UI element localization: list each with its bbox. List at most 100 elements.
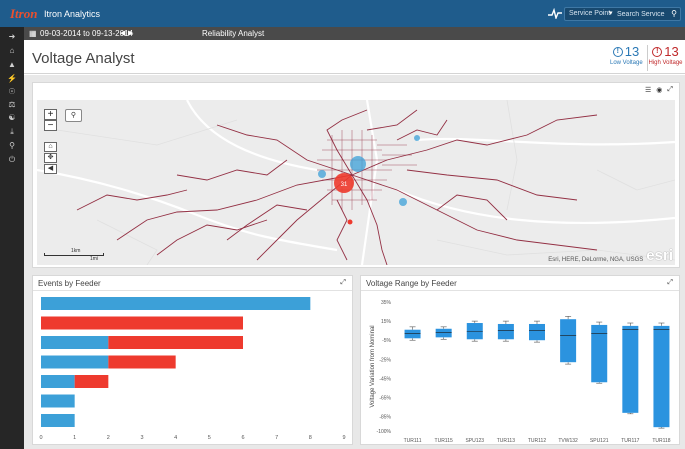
chevron-left-icon[interactable]: ◀	[120, 29, 125, 37]
events-panel-title: Events by Feeder	[38, 279, 101, 288]
home-icon: ⌂	[48, 143, 53, 150]
box	[622, 325, 639, 413]
bar-segment-blue	[41, 355, 109, 369]
feeder-grid	[317, 130, 417, 210]
sidebar-item-alerts[interactable]: ▲	[0, 59, 24, 71]
high-voltage-alert[interactable]: ! 13 High Voltage	[647, 45, 683, 71]
x-tick-label: SPU123	[465, 438, 484, 444]
box	[404, 329, 421, 339]
x-tick-label: 3	[140, 435, 143, 441]
x-tick-label: SPU121	[590, 438, 609, 444]
y-tick-label: -5%	[382, 338, 391, 344]
y-tick-label: -25%	[379, 357, 391, 363]
low-voltage-alert[interactable]: ! 13 Low Voltage	[610, 44, 643, 71]
sidebar-item-users[interactable]: ☯	[0, 112, 24, 124]
x-tick-label: 4	[174, 435, 177, 441]
y-tick-label: -65%	[379, 396, 391, 402]
x-tick-label: TUR117	[621, 438, 639, 444]
bar-segment-red	[41, 316, 243, 330]
arrow-left-icon: ◀	[47, 165, 54, 172]
y-tick-label: 15%	[381, 319, 392, 325]
cluster-count: 31	[341, 182, 348, 188]
zoom-out-button[interactable]: −	[44, 120, 57, 131]
sidebar-item-download[interactable]: ⤓	[0, 126, 24, 138]
sidebar-item-voltage[interactable]: ⚡	[0, 73, 24, 85]
sidebar-item-home[interactable]: ⌂	[0, 45, 24, 57]
exclamation-circle-icon: !	[612, 47, 623, 57]
cluster-marker-blue-small	[318, 170, 326, 178]
box	[653, 325, 670, 428]
power-icon: ⏻	[8, 155, 16, 164]
exclamation-circle-icon: !	[652, 47, 663, 57]
calendar-icon[interactable]: ▦	[29, 29, 37, 38]
scale-mi-label: 1mi	[90, 256, 99, 262]
x-tick-label: TVW132	[558, 438, 578, 444]
search-type-dropdown[interactable]: Service Point	[569, 10, 610, 17]
events-by-feeder-chart: 0 1 2 3 4 5 6 7 8 9	[39, 297, 346, 441]
bar-segment-blue	[41, 394, 75, 408]
x-tick-label: 6	[241, 435, 244, 441]
pan-button[interactable]: ✥	[44, 153, 57, 163]
list-icon[interactable]: ☰	[645, 86, 651, 94]
sidebar-item-tools[interactable]: ⚖	[0, 99, 24, 111]
itron-logo[interactable]: Itron	[10, 6, 37, 22]
sidebar-item-insights[interactable]: ☉	[0, 86, 24, 98]
box	[466, 323, 483, 340]
home-icon: ⌂	[9, 46, 15, 55]
search-box: Service Point ▾ ⚲	[564, 7, 681, 21]
back-button[interactable]: ◀	[44, 164, 57, 174]
bar-segment-red	[74, 375, 109, 388]
sidebar-item-logout[interactable]: ⏻	[0, 154, 24, 166]
map-view[interactable]: 31 + − ⚲ ⌂ ✥ ◀ 1km 1mi Esri, HERE, DeLor…	[37, 100, 675, 265]
feeder-network-map: 31	[37, 100, 675, 265]
main-content: ☰ ◉ ⤢ 31 + − ⚲ ⌂ ✥ ◀ 1km 1mi Esri, HERE,…	[24, 75, 685, 449]
date-bar: ▦ 09-03-2014 to 09-13-2014 ◀ ▶ Reliabili…	[24, 27, 685, 40]
search-input[interactable]	[617, 8, 665, 20]
expand-icon[interactable]: ⤢	[667, 279, 673, 287]
x-tick-label: 2	[107, 435, 110, 441]
x-tick-label: 1	[73, 435, 76, 441]
y-tick-label: 35%	[381, 300, 392, 306]
y-axis-label: Voltage Variation from Nominal	[370, 325, 376, 407]
scale-bar: 1km 1mi	[44, 248, 104, 262]
download-icon: ⤓	[10, 127, 14, 136]
x-tick-label: 5	[208, 435, 211, 441]
lightbulb-icon: ☉	[8, 87, 16, 96]
low-voltage-count: 13	[624, 44, 640, 59]
zoom-in-button[interactable]: +	[44, 109, 57, 120]
expand-icon[interactable]: ⤢	[340, 279, 346, 287]
box	[435, 328, 452, 338]
bar-segment-blue	[41, 297, 311, 310]
bar-segment-red	[108, 336, 243, 349]
globe-icon[interactable]: ◉	[656, 86, 662, 94]
caret-down-icon[interactable]: ▾	[609, 9, 613, 17]
page-header: Voltage Analyst ! 13 Low Voltage ! 13 Hi…	[24, 40, 685, 74]
x-tick-label: TUR115	[435, 438, 453, 444]
y-tick-label: -100%	[377, 429, 392, 435]
x-tick-label: TUR111	[404, 438, 422, 444]
map-attribution: Esri, HERE, DeLorme, NGA, USGS esri	[548, 247, 673, 264]
expand-icon[interactable]: ⤢	[667, 86, 673, 94]
sidebar-item-search[interactable]: ⚲	[0, 140, 24, 152]
top-bar: Itron Itron Analytics Service Point ▾ ⚲	[0, 0, 685, 27]
attribution-text: Esri, HERE, DeLorme, NGA, USGS	[548, 257, 644, 263]
chevron-right-icon[interactable]: ▶	[128, 29, 133, 37]
pulse-icon[interactable]	[548, 8, 562, 19]
low-voltage-label: Low Voltage	[610, 60, 643, 66]
y-tick-label: -45%	[379, 376, 391, 382]
search-icon: ⚲	[9, 141, 15, 150]
events-by-feeder-panel: Events by Feeder ⤢ 0 1 2 3 4 5 6 7 8 9	[32, 275, 353, 445]
esri-logo: esri	[646, 247, 673, 264]
magnify-button[interactable]: ⚲	[65, 109, 82, 122]
bar-segment-blue	[41, 336, 109, 349]
sidebar-item-navigate[interactable]: ➜	[0, 31, 24, 43]
map-panel: ☰ ◉ ⤢ 31 + − ⚲ ⌂ ✥ ◀ 1km 1mi Esri, HERE,…	[32, 82, 680, 268]
move-icon: ✥	[47, 154, 54, 161]
search-icon[interactable]: ⚲	[671, 9, 677, 18]
module-title: Reliability Analyst	[202, 29, 265, 38]
y-tick-label: -85%	[379, 415, 391, 421]
users-icon: ☯	[8, 113, 16, 122]
high-voltage-label: High Voltage	[648, 60, 683, 66]
home-extent-button[interactable]: ⌂	[44, 142, 57, 152]
range-panel-title: Voltage Range by Feeder	[366, 279, 457, 288]
